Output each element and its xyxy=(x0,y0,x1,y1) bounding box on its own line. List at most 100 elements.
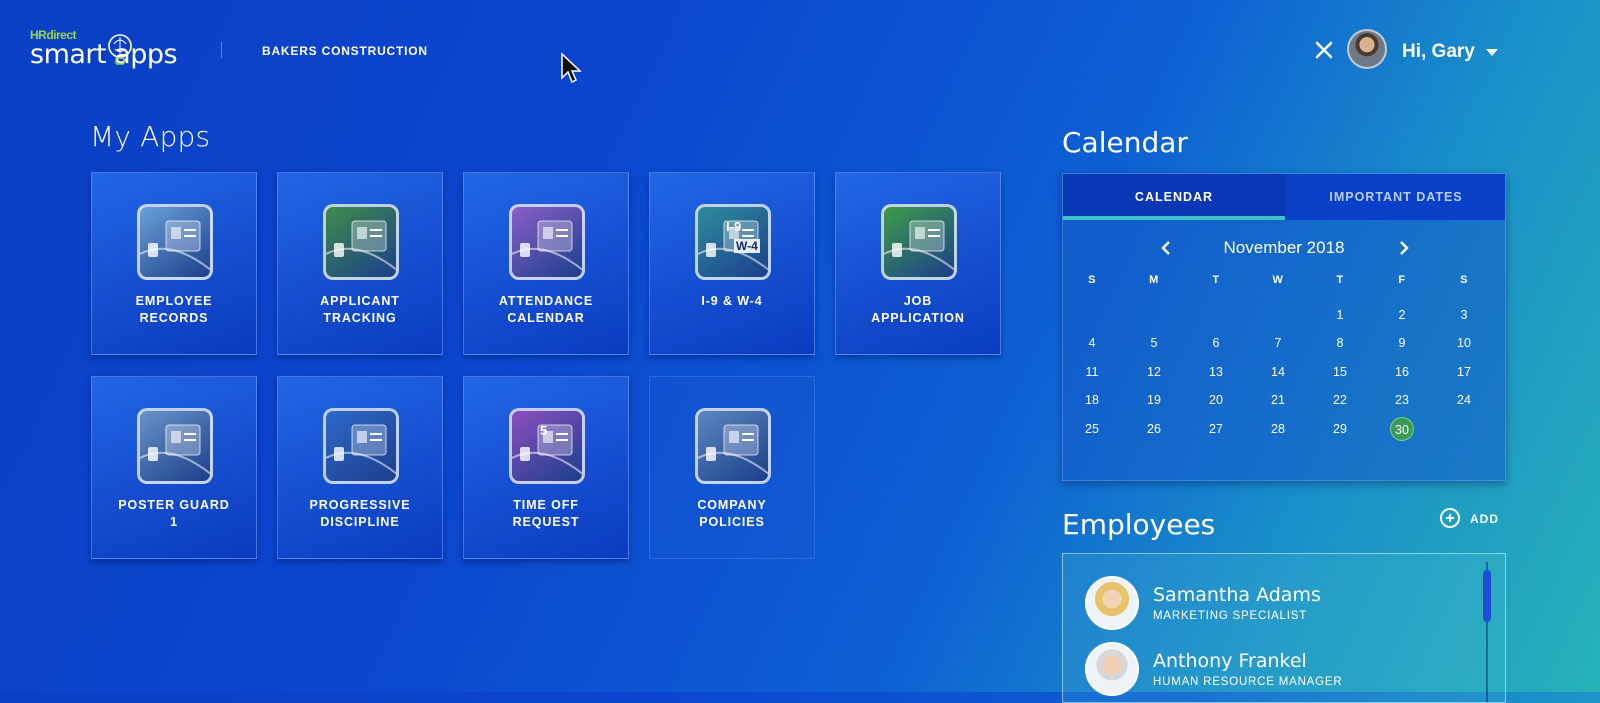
user-avatar[interactable] xyxy=(1347,29,1387,69)
calendar-day[interactable]: 24 xyxy=(1449,393,1479,407)
employee-role: MARKETING SPECIALIST xyxy=(1153,610,1308,622)
calendar-day-today[interactable]: 30 xyxy=(1390,416,1414,441)
app-label-line: PROGRESSIVE xyxy=(309,498,411,512)
calendar-day[interactable]: 7 xyxy=(1263,336,1293,350)
app-label-line: DISCIPLINE xyxy=(320,515,400,529)
app-tile-label: TIME OFF REQUEST xyxy=(470,497,622,531)
calendar-day[interactable]: 22 xyxy=(1325,393,1355,407)
app-tile-label: EMPLOYEE RECORDS xyxy=(98,293,250,327)
id-card-icon xyxy=(137,204,213,280)
calendar-day[interactable]: 5 xyxy=(1139,336,1169,350)
add-label: ADD xyxy=(1470,512,1499,526)
calendar-month: November 2018 xyxy=(1223,238,1345,257)
company-name: BAKERS CONSTRUCTION xyxy=(262,44,428,58)
calendar-day[interactable]: 18 xyxy=(1077,393,1107,407)
tab-important-dates[interactable]: IMPORTANT DATES xyxy=(1285,174,1507,220)
tab-calendar[interactable]: CALENDAR xyxy=(1063,174,1285,220)
calendar-day[interactable]: 3 xyxy=(1449,308,1479,322)
chevron-right-icon[interactable] xyxy=(1397,240,1411,256)
app-tile[interactable]: 5 TIME OFF REQUEST xyxy=(463,376,629,559)
calendar-day[interactable]: 21 xyxy=(1263,393,1293,407)
app-tile-label: POSTER GUARD 1 xyxy=(98,497,250,531)
app-label-line: TRACKING xyxy=(323,311,397,325)
app-label-line: POSTER GUARD xyxy=(118,498,230,512)
calendar-day[interactable]: 13 xyxy=(1201,365,1231,379)
employees-panel: Samantha Adams MARKETING SPECIALIST Anth… xyxy=(1062,553,1506,703)
app-label-line: APPLICANT xyxy=(320,294,400,308)
app-tile-label: COMPANY POLICIES xyxy=(656,497,808,531)
tax-forms-icon: I-9 W-4 xyxy=(695,204,771,280)
calendar-day[interactable]: 19 xyxy=(1139,393,1169,407)
discipline-icon xyxy=(323,408,399,484)
weekday-label: S xyxy=(1460,274,1468,286)
weekday-label: M xyxy=(1149,274,1159,286)
calendar-day[interactable]: 25 xyxy=(1077,422,1107,436)
app-label-line: COMPANY xyxy=(697,498,767,512)
calendar-day[interactable]: 11 xyxy=(1077,365,1107,379)
calendar-tabs: CALENDAR IMPORTANT DATES xyxy=(1063,174,1505,220)
app-tile-label: PROGRESSIVE DISCIPLINE xyxy=(284,497,436,531)
app-tile[interactable]: APPLICANT TRACKING xyxy=(277,172,443,355)
shield-icon xyxy=(137,408,213,484)
employee-row[interactable]: Samantha Adams MARKETING SPECIALIST xyxy=(1085,576,1475,636)
employee-role: HUMAN RESOURCE MANAGER xyxy=(1153,676,1343,688)
calendar-day[interactable]: 4 xyxy=(1077,336,1107,350)
app-tile-label: I-9 & W-4 xyxy=(656,293,808,310)
app-tile[interactable]: ATTENDANCE CALENDAR xyxy=(463,172,629,355)
calendar-day[interactable]: 14 xyxy=(1263,365,1293,379)
avatar xyxy=(1085,576,1139,630)
calendar-day[interactable]: 23 xyxy=(1387,393,1417,407)
calendar-day[interactable]: 1 xyxy=(1325,308,1355,322)
logo-word: smart apps xyxy=(30,39,178,70)
scrollbar-thumb[interactable] xyxy=(1483,570,1491,622)
calendar-icon xyxy=(509,204,585,280)
icon-badge: 5 xyxy=(540,423,548,438)
calendar-day[interactable]: 29 xyxy=(1325,422,1355,436)
app-label-line: JOB xyxy=(903,294,933,308)
employee-name: Samantha Adams xyxy=(1153,584,1321,606)
app-tile[interactable]: POSTER GUARD 1 xyxy=(91,376,257,559)
smart-apps-logo[interactable]: HRdirect smart apps xyxy=(30,28,210,74)
app-label-line: ATTENDANCE xyxy=(498,294,594,308)
app-tile[interactable]: JOB APPLICATION xyxy=(835,172,1001,355)
calendar-day[interactable]: 2 xyxy=(1387,308,1417,322)
app-label-line: TIME OFF xyxy=(513,498,579,512)
calendar-day[interactable]: 15 xyxy=(1325,365,1355,379)
lightbulb-icon xyxy=(108,34,132,65)
employee-name: Anthony Frankel xyxy=(1153,650,1307,672)
app-label-line: EMPLOYEE xyxy=(135,294,213,308)
calendar-title: Calendar xyxy=(1062,126,1188,159)
calendar-panel: CALENDAR IMPORTANT DATES November 2018 S… xyxy=(1062,173,1506,481)
employees-title: Employees xyxy=(1062,508,1216,541)
weekday-label: T xyxy=(1212,274,1220,286)
calendar-day[interactable]: 27 xyxy=(1201,422,1231,436)
close-icon[interactable] xyxy=(1312,38,1336,62)
app-label-line: 1 xyxy=(170,515,178,529)
time-off-icon: 5 xyxy=(509,408,585,484)
calendar-day[interactable]: 9 xyxy=(1387,336,1417,350)
app-tile-label: ATTENDANCE CALENDAR xyxy=(470,293,622,327)
app-tile[interactable]: COMPANY POLICIES xyxy=(649,376,815,559)
calendar-day[interactable]: 26 xyxy=(1139,422,1169,436)
my-apps-title: My Apps xyxy=(90,120,211,153)
calendar-day[interactable]: 20 xyxy=(1201,393,1231,407)
app-tile[interactable]: I-9 W-4 I-9 & W-4 xyxy=(649,172,815,355)
applicant-tracking-icon xyxy=(323,204,399,280)
app-label-line: APPLICATION xyxy=(871,311,965,325)
app-tile[interactable]: PROGRESSIVE DISCIPLINE xyxy=(277,376,443,559)
calendar-day[interactable]: 8 xyxy=(1325,336,1355,350)
app-tile[interactable]: EMPLOYEE RECORDS xyxy=(91,172,257,355)
calendar-day[interactable]: 6 xyxy=(1201,336,1231,350)
avatar xyxy=(1085,642,1139,696)
employee-row[interactable]: Anthony Frankel HUMAN RESOURCE MANAGER xyxy=(1085,642,1475,702)
calendar-day[interactable]: 12 xyxy=(1139,365,1169,379)
calendar-day[interactable]: 16 xyxy=(1387,365,1417,379)
user-greeting[interactable]: Hi, Gary xyxy=(1402,41,1475,63)
calendar-day[interactable]: 28 xyxy=(1263,422,1293,436)
calendar-day[interactable]: 17 xyxy=(1449,365,1479,379)
icon-badge: I-9 xyxy=(726,219,742,234)
mouse-cursor-icon xyxy=(561,52,582,84)
app-label-line: REQUEST xyxy=(512,515,580,529)
calendar-day[interactable]: 10 xyxy=(1449,336,1479,350)
chevron-down-icon[interactable] xyxy=(1486,49,1498,56)
